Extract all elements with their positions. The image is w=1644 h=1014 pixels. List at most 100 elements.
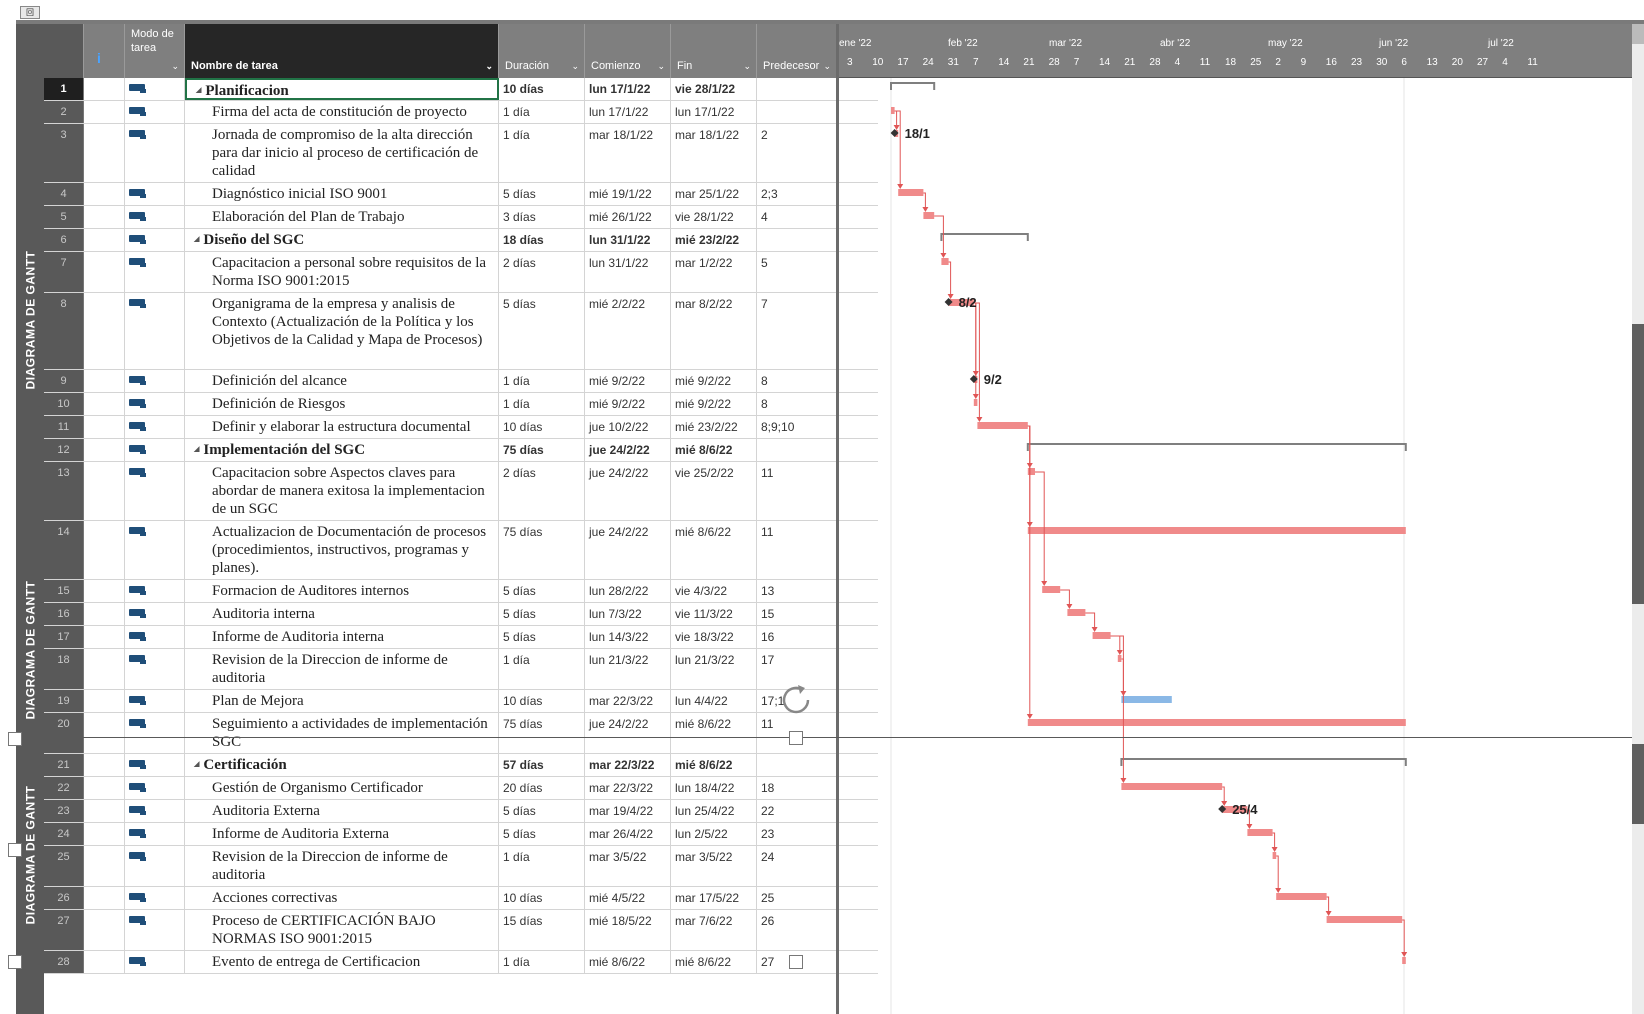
predecessors-cell[interactable]: 16 [757, 626, 837, 648]
task-row[interactable]: 5 Elaboración del Plan de Trabajo 3 días mi… [44, 206, 878, 229]
info-cell[interactable] [84, 206, 125, 228]
milestone-label[interactable]: 9/2 [984, 372, 1002, 387]
start-cell[interactable]: mar 19/4/22 [585, 800, 671, 822]
task-name-cell[interactable]: Capacitacion sobre Aspectos claves para … [185, 462, 499, 520]
task-mode-cell[interactable] [125, 293, 185, 369]
dependency-arrow[interactable] [1091, 627, 1098, 632]
task-mode-cell[interactable] [125, 370, 185, 392]
row-id[interactable]: 17 [44, 626, 84, 648]
start-cell[interactable]: mié 18/5/22 [585, 910, 671, 950]
finish-cell[interactable]: mié 8/6/22 [671, 521, 757, 579]
row-id[interactable]: 22 [44, 777, 84, 799]
finish-column-header[interactable]: Fin ⌄ [671, 24, 757, 78]
finish-cell[interactable]: mar 17/5/22 [671, 887, 757, 909]
task-name-cell[interactable]: Definición de Riesgos [185, 393, 499, 415]
task-bar[interactable] [1027, 719, 1406, 726]
info-cell[interactable] [84, 846, 125, 886]
summary-bar[interactable] [1026, 443, 1407, 451]
task-bar[interactable] [1067, 609, 1086, 616]
task-name-cell[interactable]: Jornada de compromiso de la alta direcci… [185, 124, 499, 182]
task-mode-cell[interactable] [125, 777, 185, 799]
row-id[interactable]: 12 [44, 439, 84, 461]
task-row[interactable]: 23 Auditoria Externa 5 días mar 19/4/22 lun … [44, 800, 878, 823]
task-mode-cell[interactable] [125, 887, 185, 909]
task-mode-cell[interactable] [125, 462, 185, 520]
milestone-label[interactable]: 8/2 [959, 295, 977, 310]
duration-cell[interactable]: 75 días [499, 521, 585, 579]
predecessors-cell[interactable]: 8 [757, 393, 837, 415]
info-cell[interactable] [84, 887, 125, 909]
predecessors-cell[interactable] [757, 101, 837, 123]
task-name-cell[interactable]: Capacitacion a personal sobre requisitos… [185, 252, 499, 292]
finish-cell[interactable]: mar 8/2/22 [671, 293, 757, 369]
row-id[interactable]: 3 [44, 124, 84, 182]
dependency-arrow[interactable] [1041, 581, 1048, 586]
start-cell[interactable]: mié 9/2/22 [585, 370, 671, 392]
task-name-cell[interactable]: Auditoria interna [185, 603, 499, 625]
predecessors-cell[interactable]: 24 [757, 846, 837, 886]
dependency-arrow[interactable] [1026, 714, 1033, 719]
task-row[interactable]: 27 Proceso de CERTIFICACIÓN BAJO NORMAS I… [44, 910, 878, 951]
duration-cell[interactable]: 75 días [499, 439, 585, 461]
task-name-cell[interactable]: Gestión de Organismo Certificador [185, 777, 499, 799]
select-all-header[interactable] [44, 24, 84, 78]
chevron-down-icon[interactable]: ⌄ [171, 61, 179, 72]
task-name-cell[interactable]: Organigrama de la empresa y analisis de … [185, 293, 499, 369]
info-cell[interactable] [84, 910, 125, 950]
duration-cell[interactable]: 5 días [499, 823, 585, 845]
info-cell[interactable] [84, 777, 125, 799]
task-name-cell[interactable]: Acciones correctivas [185, 887, 499, 909]
info-cell[interactable] [84, 521, 125, 579]
predecessors-cell[interactable] [757, 78, 837, 100]
task-name-cell[interactable]: Diagnóstico inicial ISO 9001 [185, 183, 499, 205]
info-cell[interactable] [84, 252, 125, 292]
resize-handle-mid[interactable] [789, 731, 803, 745]
task-name-cell[interactable]: Definir y elaborar la estructura documen… [185, 416, 499, 438]
task-mode-cell[interactable] [125, 439, 185, 461]
task-mode-cell[interactable] [125, 183, 185, 205]
dependency-link[interactable] [894, 110, 901, 187]
predecessors-cell[interactable]: 18 [757, 777, 837, 799]
row-id[interactable]: 9 [44, 370, 84, 392]
row-id[interactable]: 19 [44, 690, 84, 712]
predecessors-cell[interactable]: 15 [757, 603, 837, 625]
start-cell[interactable]: jue 10/2/22 [585, 416, 671, 438]
row-id[interactable]: 16 [44, 603, 84, 625]
task-row[interactable]: 3 Jornada de compromiso de la alta direcc… [44, 124, 878, 183]
milestone-label[interactable]: 18/1 [905, 126, 930, 141]
start-cell[interactable]: mar 3/5/22 [585, 846, 671, 886]
task-mode-cell[interactable] [125, 846, 185, 886]
duration-cell[interactable]: 1 día [499, 124, 585, 182]
task-mode-cell[interactable] [125, 252, 185, 292]
duration-cell[interactable]: 3 días [499, 206, 585, 228]
dependency-arrow[interactable] [1246, 824, 1253, 829]
scrollbar-thumb-lower[interactable] [1632, 744, 1644, 824]
task-bar[interactable] [977, 422, 1028, 429]
info-cell[interactable] [84, 580, 125, 602]
finish-cell[interactable]: mié 23/2/22 [671, 416, 757, 438]
task-mode-cell[interactable] [125, 124, 185, 182]
row-id[interactable]: 6 [44, 229, 84, 251]
start-cell[interactable]: lun 31/1/22 [585, 229, 671, 251]
task-bar[interactable] [1402, 957, 1406, 964]
task-name-cell[interactable]: Revision de la Direccion de informe de a… [185, 649, 499, 689]
info-cell[interactable] [84, 823, 125, 845]
duration-cell[interactable]: 5 días [499, 293, 585, 369]
start-cell[interactable]: lun 17/1/22 [585, 101, 671, 123]
row-id[interactable]: 8 [44, 293, 84, 369]
predecessors-cell[interactable] [757, 754, 837, 776]
predecessors-cell[interactable]: 13 [757, 580, 837, 602]
finish-cell[interactable]: mar 25/1/22 [671, 183, 757, 205]
duration-cell[interactable]: 10 días [499, 78, 585, 100]
task-row[interactable]: 2 Firma del acta de constitución de proye… [44, 101, 878, 124]
finish-cell[interactable]: mar 7/6/22 [671, 910, 757, 950]
finish-cell[interactable]: vie 28/1/22 [671, 78, 757, 100]
task-row[interactable]: 28 Evento de entrega de Certificacion 1 dí… [44, 951, 878, 974]
predecessors-cell[interactable]: 25 [757, 887, 837, 909]
info-cell[interactable] [84, 229, 125, 251]
predecessors-cell[interactable]: 7 [757, 293, 837, 369]
dependency-arrow[interactable] [897, 184, 904, 189]
start-cell[interactable]: mar 26/4/22 [585, 823, 671, 845]
task-bar[interactable] [941, 258, 949, 265]
start-cell[interactable]: jue 24/2/22 [585, 462, 671, 520]
